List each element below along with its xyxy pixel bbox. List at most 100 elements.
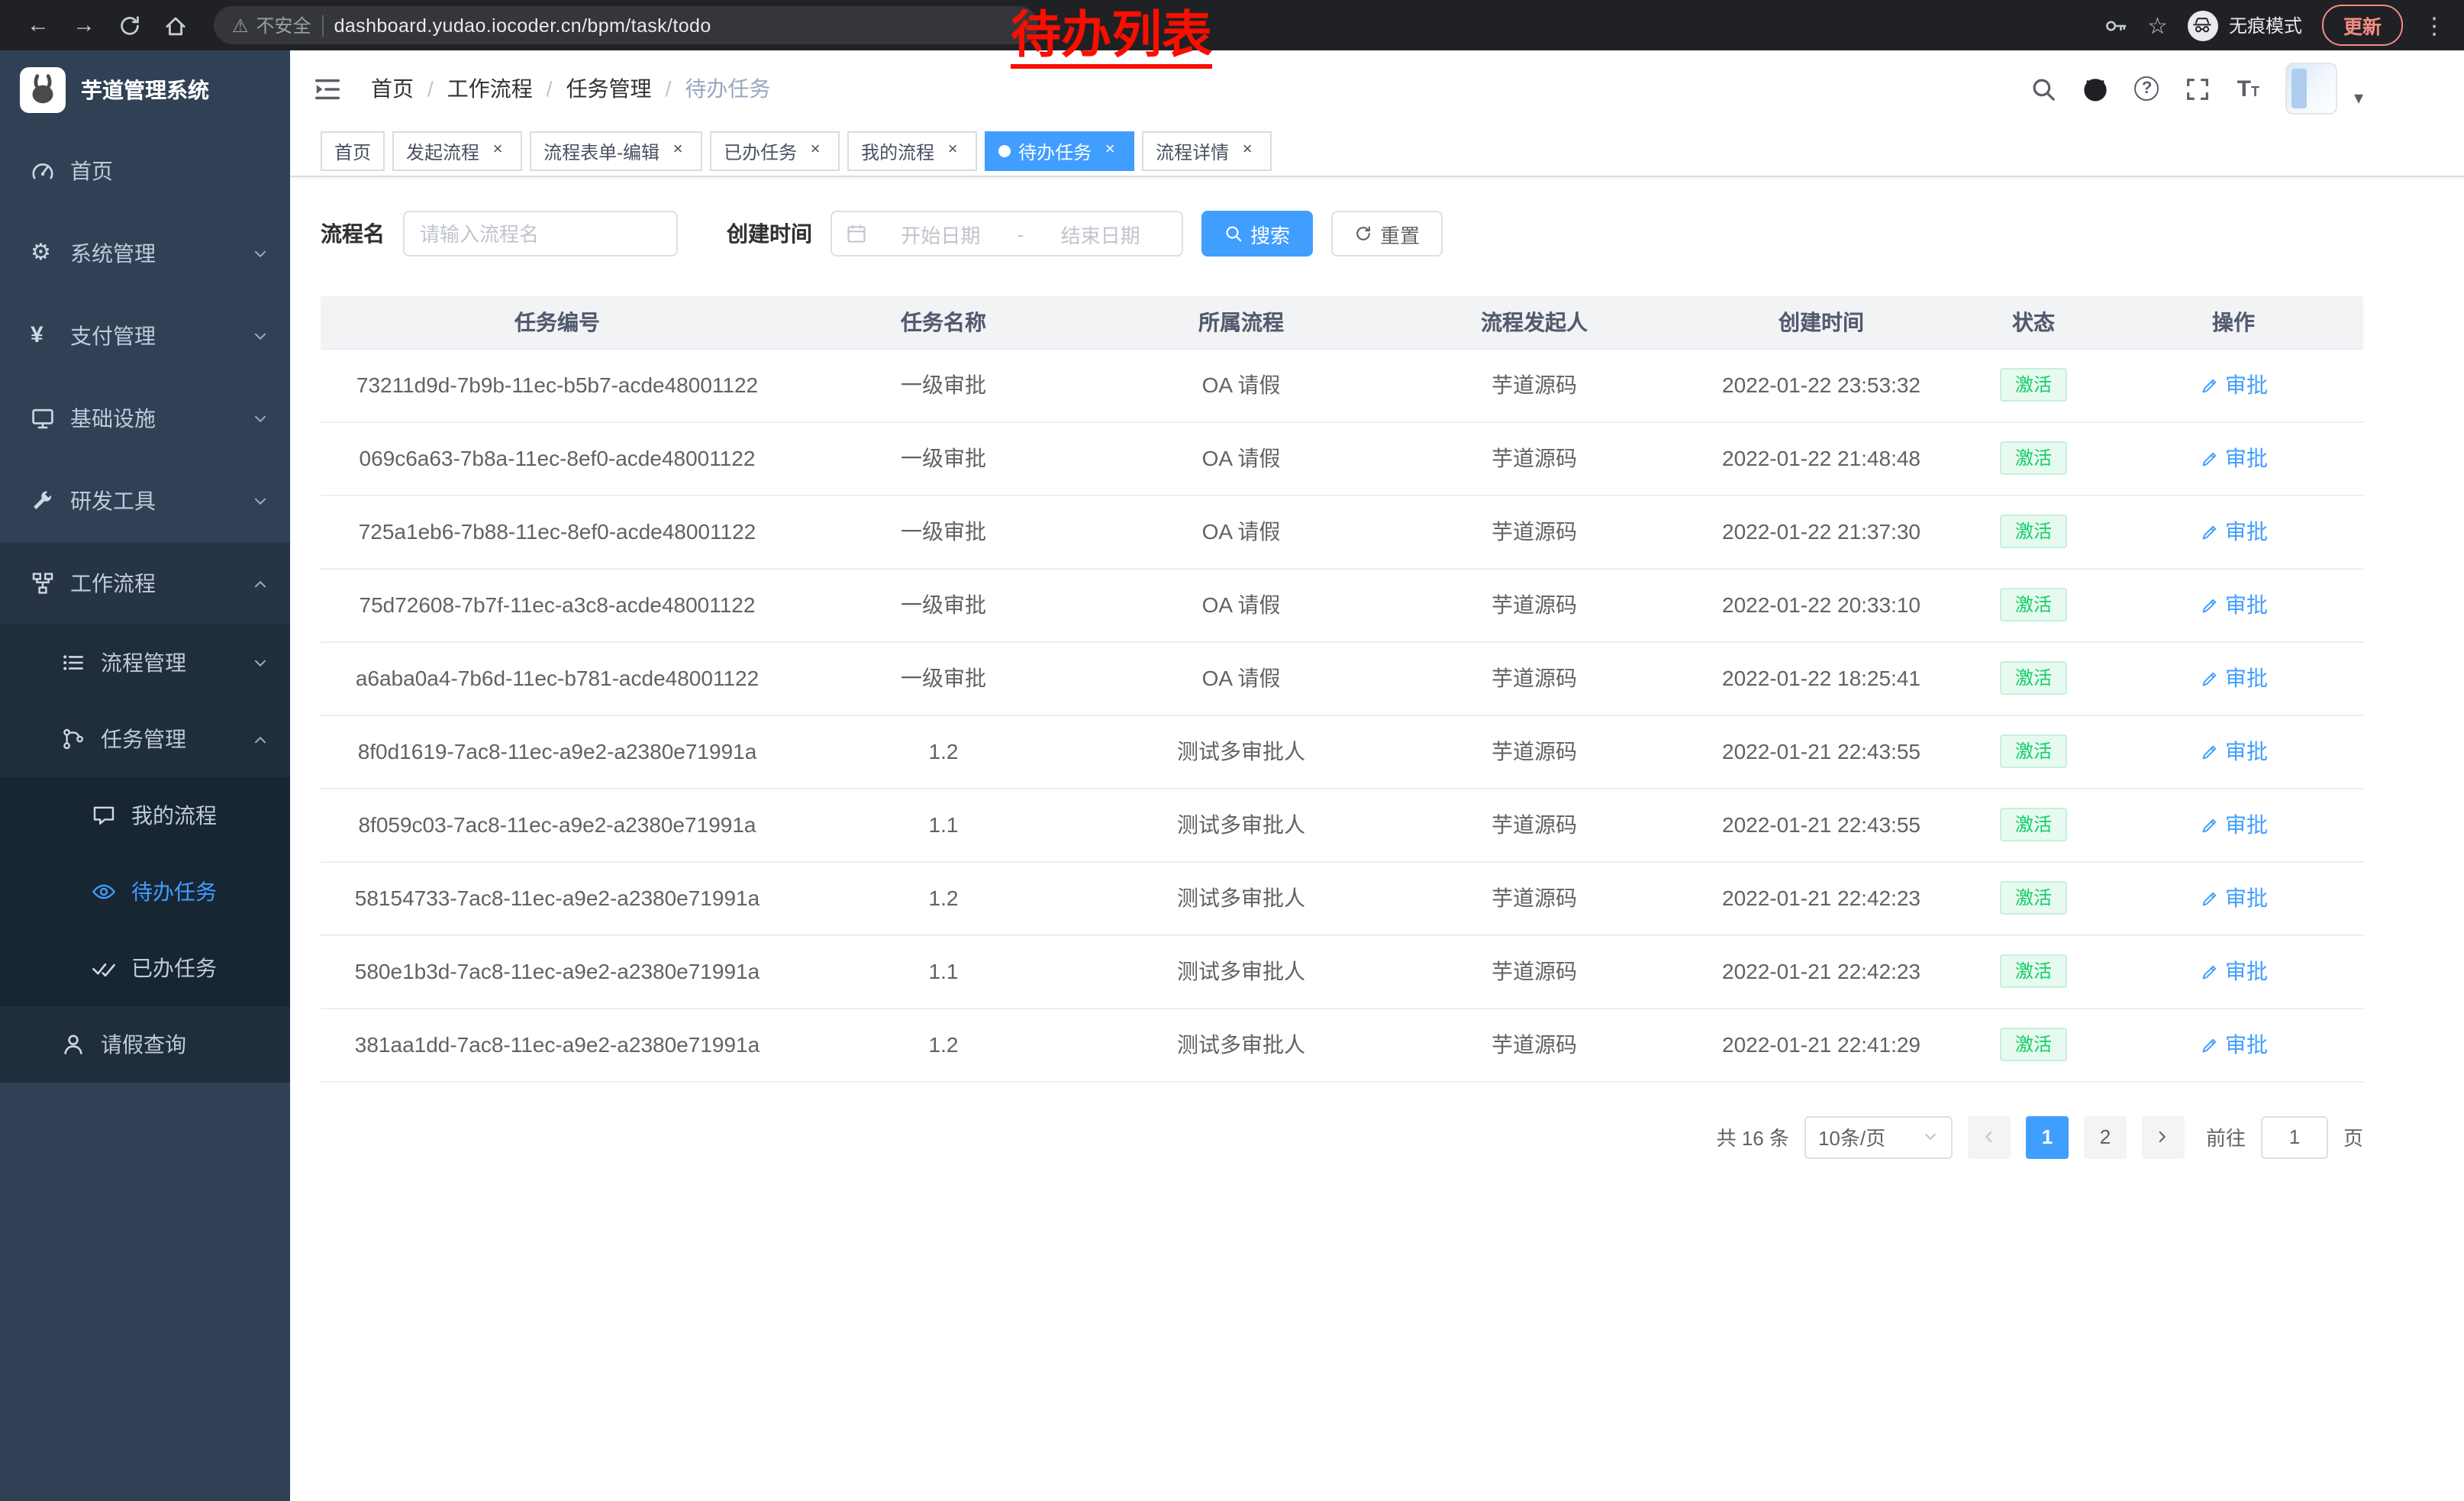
dashboard-icon: [31, 159, 55, 183]
approve-link[interactable]: 审批: [2199, 1029, 2268, 1060]
bookmark-star-icon[interactable]: ☆: [2147, 11, 2168, 39]
reset-button[interactable]: 重置: [1331, 211, 1443, 257]
task-id: 73211d9d-7b9b-11ec-b5b7-acde48001122: [321, 348, 794, 421]
column-header: 任务编号: [321, 296, 794, 348]
sidebar-item-process-manage[interactable]: 流程管理: [0, 625, 290, 701]
sidebar-item-system[interactable]: ⚙ 系统管理: [0, 212, 290, 295]
approve-link[interactable]: 审批: [2199, 883, 2268, 913]
main-area: 首页 / 工作流程 / 任务管理 / 待办任务 ? TT ▾: [290, 50, 2464, 1501]
approve-link[interactable]: 审批: [2199, 736, 2268, 767]
close-icon[interactable]: ×: [805, 140, 826, 162]
sidebar-item-leave-query[interactable]: 请假查询: [0, 1006, 290, 1083]
address-bar[interactable]: ⚠ 不安全 dashboard.yudao.iocoder.cn/bpm/tas…: [214, 6, 1038, 44]
tab-home[interactable]: 首页: [321, 131, 385, 171]
calendar-icon: [846, 223, 867, 244]
github-icon[interactable]: [2083, 76, 2109, 102]
tab-done-tasks[interactable]: 已办任务 ×: [710, 131, 840, 171]
approve-link[interactable]: 审批: [2199, 663, 2268, 693]
fullscreen-icon[interactable]: [2185, 76, 2211, 102]
approve-link[interactable]: 审批: [2199, 809, 2268, 840]
sidebar-item-devtools[interactable]: 研发工具: [0, 460, 290, 542]
next-page-button[interactable]: [2142, 1115, 2185, 1158]
sidebar-item-workflow[interactable]: 工作流程: [0, 542, 290, 625]
task-time: 2022-01-21 22:43:55: [1679, 788, 1963, 861]
sidebar-item-payment[interactable]: ¥ 支付管理: [0, 295, 290, 377]
status-badge: 激活: [2000, 368, 2067, 402]
tab-process-detail[interactable]: 流程详情 ×: [1142, 131, 1272, 171]
date-range-picker[interactable]: 开始日期 - 结束日期: [830, 211, 1183, 257]
incognito-icon: [2188, 10, 2218, 40]
prev-page-button[interactable]: [1968, 1115, 2011, 1158]
sidebar-item-label: 已办任务: [131, 953, 217, 983]
browser-back-button[interactable]: ←: [18, 5, 58, 45]
close-icon[interactable]: ×: [667, 140, 689, 162]
tab-start-process[interactable]: 发起流程 ×: [392, 131, 522, 171]
sidebar-item-done-tasks[interactable]: 已办任务: [0, 930, 290, 1006]
avatar[interactable]: [2285, 63, 2337, 115]
sidebar: 芋道管理系统 首页 ⚙ 系统管理 ¥ 支付管理 基础设施: [0, 50, 290, 1501]
task-process: OA 请假: [1093, 495, 1389, 568]
sidebar-item-todo-tasks[interactable]: 待办任务: [0, 854, 290, 930]
tab-my-process[interactable]: 我的流程 ×: [847, 131, 977, 171]
page-button-2[interactable]: 2: [2084, 1115, 2127, 1158]
active-dot: [998, 145, 1011, 157]
approve-link[interactable]: 审批: [2199, 589, 2268, 620]
breadcrumb-task-manage[interactable]: 任务管理: [566, 73, 652, 104]
browser-home-button[interactable]: [156, 5, 195, 45]
close-icon[interactable]: ×: [1099, 140, 1121, 162]
warning-icon: ⚠: [232, 15, 249, 36]
task-name: 一级审批: [794, 568, 1093, 641]
edit-icon: [2199, 448, 2219, 468]
edit-icon: [2199, 668, 2219, 688]
approve-link[interactable]: 审批: [2199, 516, 2268, 547]
sidebar-logo[interactable]: 芋道管理系统: [0, 50, 290, 130]
approve-link[interactable]: 审批: [2199, 443, 2268, 473]
sidebar-item-home[interactable]: 首页: [0, 130, 290, 212]
security-status[interactable]: ⚠ 不安全: [232, 12, 311, 38]
browser-reload-button[interactable]: [110, 5, 150, 45]
sidebar-item-my-process[interactable]: 我的流程: [0, 777, 290, 854]
sidebar-item-infrastructure[interactable]: 基础设施: [0, 377, 290, 460]
process-list-icon: [61, 650, 85, 675]
chevron-down-icon: [252, 245, 269, 262]
browser-update-button[interactable]: 更新: [2322, 5, 2403, 46]
task-process: OA 请假: [1093, 641, 1389, 715]
password-key-icon[interactable]: [2103, 13, 2127, 37]
task-process: OA 请假: [1093, 348, 1389, 421]
browser-menu-icon[interactable]: ⋮: [2423, 11, 2446, 39]
breadcrumb-separator: /: [547, 76, 553, 101]
task-time: 2022-01-22 21:37:30: [1679, 495, 1963, 568]
tab-todo-tasks[interactable]: 待办任务 ×: [985, 131, 1134, 171]
search-button[interactable]: 搜索: [1201, 211, 1313, 257]
edit-icon: [2199, 961, 2219, 981]
avatar-caret-icon[interactable]: ▾: [2354, 87, 2363, 115]
page-content: 流程名 创建时间 开始日期 - 结束日期 搜索: [290, 177, 2464, 1501]
status-badge: 激活: [2000, 954, 2067, 989]
help-icon[interactable]: ?: [2135, 76, 2159, 101]
close-icon[interactable]: ×: [942, 140, 963, 162]
chevron-down-icon: [1922, 1128, 1939, 1145]
table-row: 8f059c03-7ac8-11ec-a9e2-a2380e71991a 1.1…: [321, 788, 2363, 861]
workflow-submenu: 流程管理 任务管理 我的流程 待办任务: [0, 625, 290, 1083]
tab-form-edit[interactable]: 流程表单-编辑 ×: [530, 131, 702, 171]
task-name: 1.2: [794, 715, 1093, 788]
column-header: 流程发起人: [1389, 296, 1679, 348]
sidebar-item-task-manage[interactable]: 任务管理: [0, 701, 290, 777]
breadcrumb-home[interactable]: 首页: [371, 73, 414, 104]
goto-page-input[interactable]: [2261, 1115, 2328, 1158]
status-badge: 激活: [2000, 515, 2067, 549]
search-icon[interactable]: [2031, 76, 2057, 102]
breadcrumb-workflow[interactable]: 工作流程: [447, 73, 533, 104]
page-size-select[interactable]: 10条/页: [1804, 1115, 1953, 1158]
task-time: 2022-01-22 21:48:48: [1679, 421, 1963, 495]
task-name: 一级审批: [794, 495, 1093, 568]
process-name-input[interactable]: [403, 211, 678, 257]
approve-link[interactable]: 审批: [2199, 956, 2268, 986]
approve-link[interactable]: 审批: [2199, 370, 2268, 400]
sidebar-toggle-button[interactable]: [313, 72, 347, 105]
close-icon[interactable]: ×: [1237, 140, 1258, 162]
browser-forward-button[interactable]: →: [64, 5, 104, 45]
font-size-icon[interactable]: TT: [2237, 76, 2259, 102]
close-icon[interactable]: ×: [487, 140, 508, 162]
page-button-1[interactable]: 1: [2026, 1115, 2069, 1158]
